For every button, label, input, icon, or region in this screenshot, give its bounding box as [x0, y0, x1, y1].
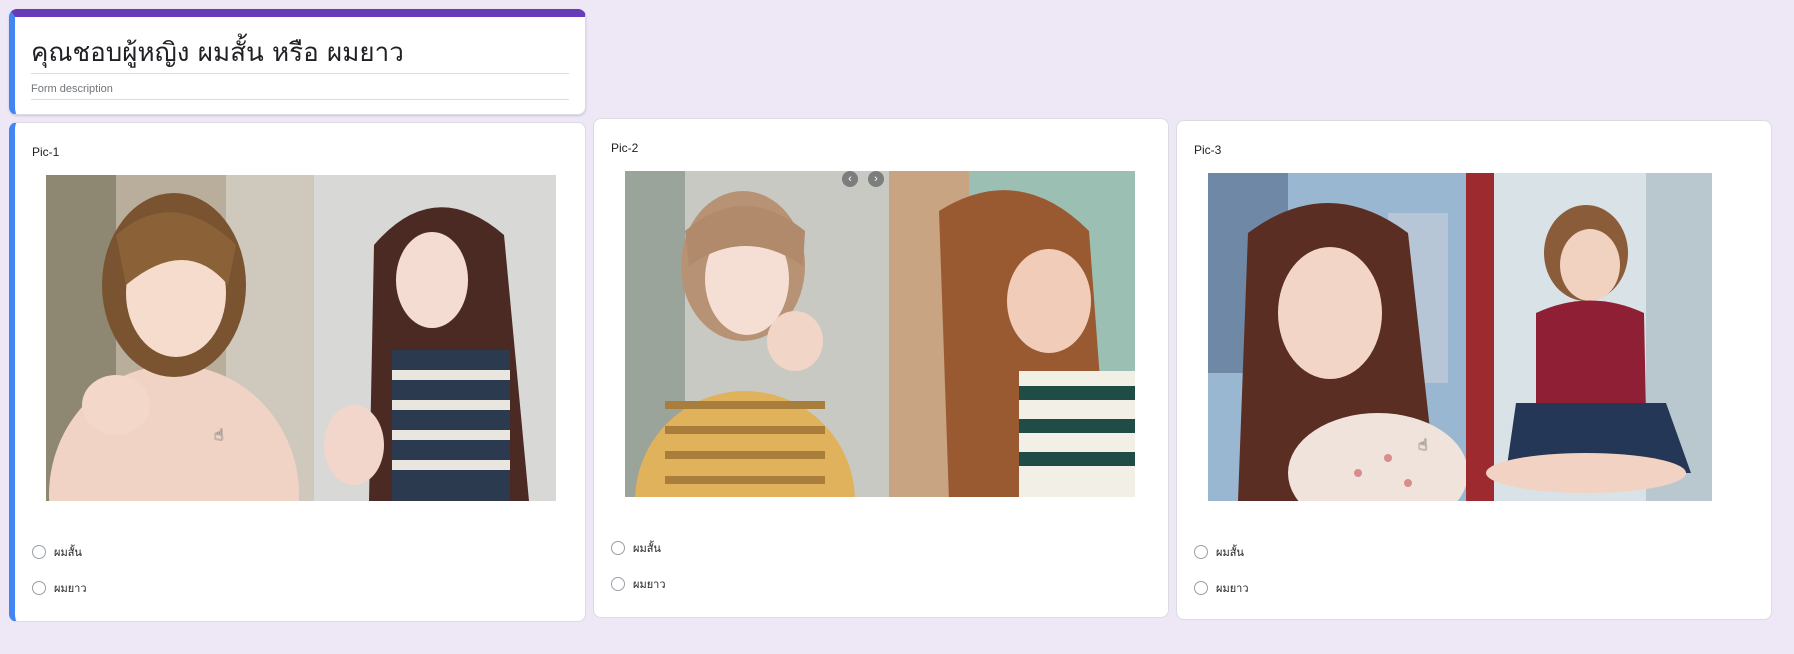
question-title[interactable]: Pic-1 — [32, 145, 59, 159]
option-label: ผมสั้น — [1216, 546, 1244, 559]
option-label: ผมยาว — [1216, 582, 1249, 595]
radio-option-short[interactable]: ผมสั้น — [1194, 543, 1244, 561]
radio-option-long[interactable]: ผมยาว — [1194, 579, 1249, 597]
form-title-card: คุณชอบผู้หญิง ผมสั้น หรือ ผมยาว Form des… — [9, 9, 586, 115]
option-label: ผมสั้น — [54, 546, 82, 559]
image-prev-icon[interactable]: ‹ — [842, 171, 858, 187]
question-title[interactable]: Pic-3 — [1194, 143, 1221, 157]
photo-long-hair — [314, 175, 556, 501]
question-image[interactable]: ☝ — [1208, 173, 1712, 501]
question-card-3[interactable]: Pic-3 ☝ ผมสั้น ผมยาว — [1176, 120, 1772, 620]
question-card-1[interactable]: Pic-1 ☝ ผมสั้น ผมยาว — [9, 122, 586, 622]
radio-option-short[interactable]: ผมสั้น — [611, 539, 661, 557]
form-description[interactable]: Form description — [31, 83, 569, 100]
photo-short-hair — [625, 171, 889, 497]
radio-button-icon[interactable] — [611, 577, 625, 591]
hand-cursor-icon: ☝ — [1418, 437, 1428, 454]
image-next-icon[interactable]: › — [868, 171, 884, 187]
radio-option-short[interactable]: ผมสั้น — [32, 543, 82, 561]
form-title[interactable]: คุณชอบผู้หญิง ผมสั้น หรือ ผมยาว — [31, 37, 569, 74]
radio-option-long[interactable]: ผมยาว — [611, 575, 666, 593]
question-card-2[interactable]: Pic-2 ‹ › ผมสั้น ผมยาว — [593, 118, 1169, 618]
photo-short-hair — [46, 175, 314, 501]
photo-long-hair — [889, 171, 1135, 497]
hand-cursor-icon: ☝ — [214, 427, 224, 444]
radio-button-icon[interactable] — [611, 541, 625, 555]
question-image[interactable]: ‹ › — [625, 171, 1135, 497]
radio-button-icon[interactable] — [1194, 545, 1208, 559]
option-label: ผมยาว — [54, 582, 87, 595]
radio-button-icon[interactable] — [32, 545, 46, 559]
photo-short-hair — [1466, 173, 1712, 501]
question-title[interactable]: Pic-2 — [611, 141, 638, 155]
radio-button-icon[interactable] — [1194, 581, 1208, 595]
option-label: ผมยาว — [633, 578, 666, 591]
radio-option-long[interactable]: ผมยาว — [32, 579, 87, 597]
radio-button-icon[interactable] — [32, 581, 46, 595]
option-label: ผมสั้น — [633, 542, 661, 555]
question-image[interactable]: ☝ — [46, 175, 556, 501]
